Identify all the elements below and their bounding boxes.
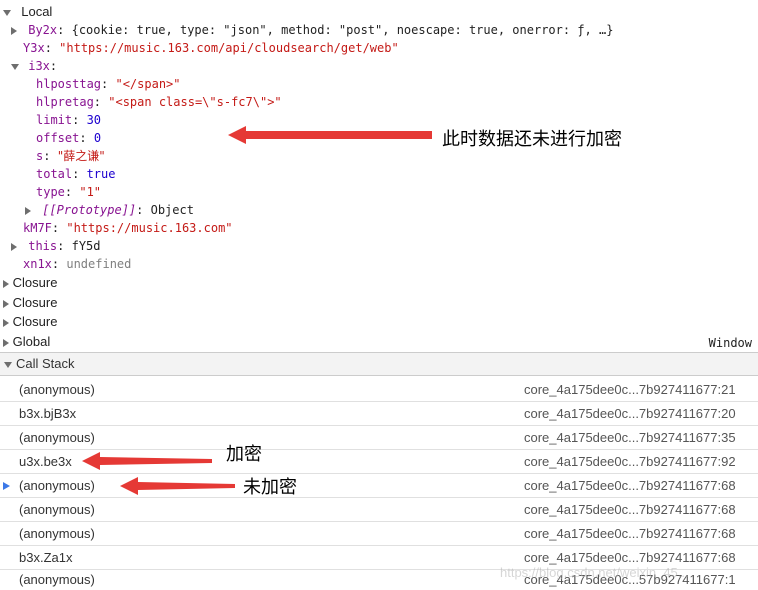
prop-row: type: "1" — [36, 185, 102, 199]
frame-location[interactable]: core_4a175dee0c...7b927411677:68 — [524, 474, 736, 498]
scope-global[interactable]: Global — [3, 333, 50, 351]
frame-location[interactable]: core_4a175dee0c...7b927411677:92 — [524, 450, 736, 474]
prop-value: 0 — [93, 131, 102, 145]
var-key: xn1x — [23, 257, 52, 271]
prop-row: offset: 0 — [36, 131, 102, 145]
var-value: "https://music.163.com/api/cloudsearch/g… — [59, 41, 399, 55]
prop-row: total: true — [36, 167, 116, 181]
var-by2x[interactable]: By2x: {cookie: true, type: "json", metho… — [11, 21, 613, 39]
prop-key: limit — [36, 113, 73, 127]
prop-key: offset — [36, 131, 80, 145]
prop-row: hlposttag: "</span>" — [36, 77, 181, 91]
var-value: "https://music.163.com" — [66, 221, 233, 235]
expand-right-icon[interactable] — [3, 279, 9, 288]
expand-right-icon[interactable] — [11, 26, 17, 35]
scope-closure-label: Closure — [12, 275, 58, 290]
scope-panel: Local By2x: {cookie: true, type: "json",… — [0, 0, 758, 352]
scope-local-label: Local — [21, 4, 53, 19]
expand-right-icon[interactable] — [11, 242, 17, 251]
var-value: {cookie: true, type: "json", method: "po… — [71, 23, 614, 37]
call-frame[interactable]: u3x.be3x core_4a175dee0c...7b927411677:9… — [0, 450, 758, 474]
expand-right-icon[interactable] — [25, 206, 31, 215]
var-key: this — [28, 239, 58, 253]
frame-function: u3x.be3x — [19, 454, 72, 469]
annotation-not-encrypted-yet: 此时数据还未进行加密 — [442, 129, 622, 150]
prop-row: hlpretag: "<span class=\"s-fc7\">" — [36, 95, 282, 109]
scope-closure-label: Closure — [12, 314, 58, 329]
expand-down-icon[interactable] — [3, 9, 11, 16]
frame-location[interactable]: core_4a175dee0c...7b927411677:35 — [524, 426, 736, 450]
expand-right-icon[interactable] — [3, 338, 9, 347]
call-stack-title: Call Stack — [16, 356, 75, 371]
annotation-encrypted: 加密 — [226, 444, 262, 465]
call-frame[interactable]: (anonymous) core_4a175dee0c...7b92741167… — [0, 498, 758, 522]
prop-key: hlpretag — [36, 95, 94, 109]
prop-value: true — [86, 167, 116, 181]
current-frame-arrow-icon — [3, 482, 10, 490]
prop-row: limit: 30 — [36, 113, 102, 127]
prop-value: "</span>" — [115, 77, 181, 91]
prop-key: total — [36, 167, 73, 181]
frame-function: (anonymous) — [19, 526, 95, 541]
prop-key: type — [36, 185, 65, 199]
scope-closure[interactable]: Closure — [3, 313, 57, 331]
frame-function: (anonymous) — [19, 572, 95, 587]
call-frame[interactable]: b3x.bjB3x core_4a175dee0c...7b927411677:… — [0, 402, 758, 426]
prop-value: 30 — [86, 113, 102, 127]
prop-key: hlposttag — [36, 77, 102, 91]
collapse-icon[interactable] — [4, 362, 12, 368]
frame-function: (anonymous) — [19, 382, 95, 397]
scope-closure-label: Closure — [12, 295, 58, 310]
scope-global-label: Global — [12, 334, 51, 349]
var-key: kM7F — [23, 221, 52, 235]
frame-function: b3x.bjB3x — [19, 406, 77, 421]
prototype-row[interactable]: [[Prototype]]: Object — [25, 201, 194, 219]
call-frame[interactable]: (anonymous) core_4a175dee0c...7b92741167… — [0, 378, 758, 402]
global-window-label: Window — [708, 336, 752, 350]
frame-function: (anonymous) — [19, 478, 95, 493]
prop-value: "1" — [79, 185, 102, 199]
expand-right-icon[interactable] — [3, 299, 9, 308]
var-key: By2x — [28, 23, 58, 37]
frame-location[interactable]: core_4a175dee0c...7b927411677:68 — [524, 498, 736, 522]
prop-value: "薛之谦" — [57, 149, 105, 163]
frame-location[interactable]: core_4a175dee0c...7b927411677:20 — [524, 402, 736, 426]
frame-location[interactable]: core_4a175dee0c...7b927411677:68 — [524, 522, 736, 546]
prototype-key: [[Prototype]] — [42, 203, 137, 217]
annotation-not-encrypted: 未加密 — [243, 477, 297, 498]
frame-function: b3x.Za1x — [19, 550, 73, 565]
var-value: undefined — [66, 257, 132, 271]
scope-local[interactable]: Local — [3, 3, 52, 21]
frame-function: (anonymous) — [19, 430, 95, 445]
expand-down-icon[interactable] — [11, 63, 19, 70]
var-km7f: kM7F: "https://music.163.com" — [23, 221, 233, 235]
var-key: i3x — [28, 59, 50, 73]
call-frame-current[interactable]: (anonymous) core_4a175dee0c...7b92741167… — [0, 474, 758, 498]
call-frame[interactable]: (anonymous) core_4a175dee0c...7b92741167… — [0, 522, 758, 546]
prop-value: "<span class=\"s-fc7\">" — [108, 95, 282, 109]
prototype-value: Object — [150, 203, 194, 217]
var-this[interactable]: this: fY5d — [11, 237, 101, 255]
expand-right-icon[interactable] — [3, 318, 9, 327]
var-key: Y3x — [23, 41, 45, 55]
var-value: fY5d — [71, 239, 101, 253]
var-xn1x: xn1x: undefined — [23, 257, 132, 271]
watermark: https://blog.csdn.net/weixin_45... — [500, 565, 689, 580]
var-y3x: Y3x: "https://music.163.com/api/cloudsea… — [23, 41, 399, 55]
scope-closure[interactable]: Closure — [3, 294, 57, 312]
frame-function: (anonymous) — [19, 502, 95, 517]
call-frame[interactable]: (anonymous) core_4a175dee0c...7b92741167… — [0, 426, 758, 450]
var-i3x[interactable]: i3x: — [11, 57, 57, 75]
call-stack-header[interactable]: Call Stack — [0, 352, 758, 376]
prop-row: s: "薛之谦" — [36, 149, 105, 163]
frame-location[interactable]: core_4a175dee0c...7b927411677:21 — [524, 378, 736, 402]
scope-closure[interactable]: Closure — [3, 274, 57, 292]
